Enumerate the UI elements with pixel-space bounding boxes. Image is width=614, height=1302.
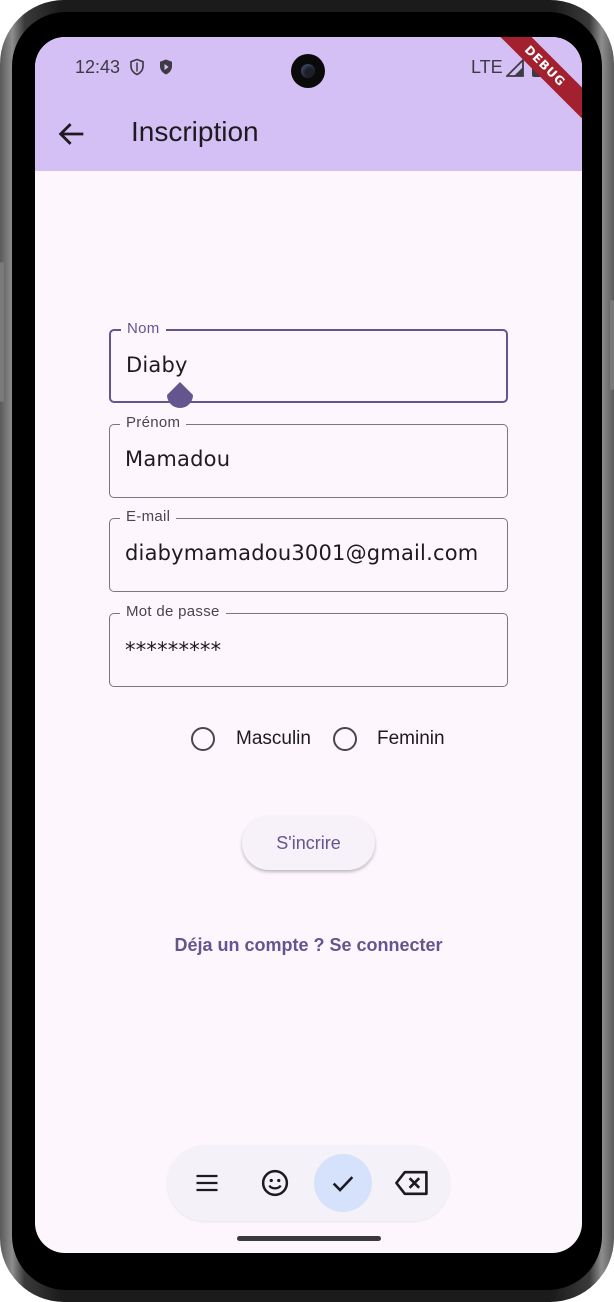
network-label: LTE xyxy=(471,57,503,77)
arrow-back-icon[interactable] xyxy=(55,117,89,151)
prenom-value: Mamadou xyxy=(125,447,231,471)
nom-value: Diaby xyxy=(126,353,188,377)
check-key[interactable] xyxy=(314,1154,372,1212)
screen: 12:43 LTE DEBUG Inscription Nom Diaby Pr… xyxy=(35,37,582,1253)
email-label: E-mail xyxy=(120,508,177,525)
nom-label: Nom xyxy=(121,320,166,337)
login-link[interactable]: Déja un compte ? Se connecter xyxy=(35,935,582,956)
menu-key[interactable] xyxy=(178,1154,236,1212)
menu-icon xyxy=(196,1174,218,1192)
radio-feminin-label[interactable]: Feminin xyxy=(377,728,445,750)
page-title: Inscription xyxy=(131,116,259,147)
status-time: 12:43 xyxy=(75,57,121,77)
phone-frame: 12:43 LTE DEBUG Inscription Nom Diaby Pr… xyxy=(0,0,614,1302)
power-button xyxy=(610,300,614,390)
shield-outline-icon xyxy=(130,58,144,76)
text-cursor-handle-icon[interactable] xyxy=(165,382,195,416)
sinscrire-button[interactable]: S'incrire xyxy=(242,816,375,870)
password-label: Mot de passe xyxy=(120,603,226,620)
home-indicator[interactable] xyxy=(237,1236,381,1241)
email-value: diabymamadou3001@gmail.com xyxy=(125,541,479,565)
password-value: ********* xyxy=(125,638,222,662)
radio-masculin-label[interactable]: Masculin xyxy=(236,728,311,750)
email-field[interactable]: E-mail diabymamadou3001@gmail.com xyxy=(109,508,508,592)
emoji-icon xyxy=(261,1169,289,1197)
prenom-field[interactable]: Prénom Mamadou xyxy=(109,414,508,498)
backspace-icon xyxy=(395,1170,428,1196)
prenom-label: Prénom xyxy=(120,414,187,431)
password-field[interactable]: Mot de passe ********* xyxy=(109,603,508,687)
shield-play-icon xyxy=(160,59,172,75)
signal-icon xyxy=(506,59,524,77)
volume-button xyxy=(0,262,4,402)
radio-masculin[interactable] xyxy=(191,727,215,751)
emoji-key[interactable] xyxy=(246,1154,304,1212)
front-camera xyxy=(291,54,325,88)
check-icon xyxy=(332,1176,354,1192)
backspace-key[interactable] xyxy=(383,1154,441,1212)
radio-feminin[interactable] xyxy=(333,727,357,751)
keyboard-toolbar xyxy=(167,1145,450,1221)
